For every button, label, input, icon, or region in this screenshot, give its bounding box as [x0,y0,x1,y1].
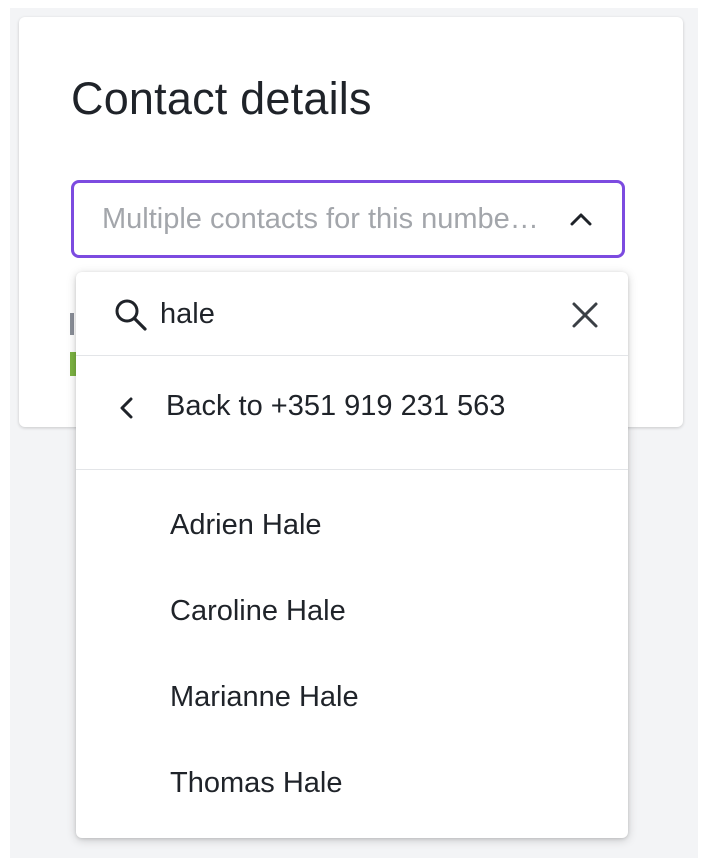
contact-result-item[interactable]: Adrien Hale [76,482,628,568]
contact-result-item[interactable]: Marianne Hale [76,654,628,740]
contact-results-list: Adrien Hale Caroline Hale Marianne Hale … [76,470,628,826]
card-title: Contact details [71,73,372,124]
back-label: Back to +351 919 231 563 [166,390,506,422]
search-icon [114,298,148,332]
dropdown-search-input[interactable] [160,290,540,338]
contact-select-placeholder: Multiple contacts for this numbe… [102,202,539,235]
chevron-up-icon[interactable] [570,208,592,230]
chevron-left-icon [116,394,138,422]
close-icon[interactable] [570,300,600,330]
contact-dropdown: Back to +351 919 231 563 Adrien Hale Car… [76,272,628,838]
contact-select[interactable]: Multiple contacts for this numbe… [71,180,625,258]
contact-result-item[interactable]: Thomas Hale [76,740,628,826]
obscured-field-label [70,313,74,335]
contact-result-item[interactable]: Caroline Hale [76,568,628,654]
back-to-number-button[interactable]: Back to +351 919 231 563 [76,356,628,470]
dropdown-search-row [76,272,628,356]
